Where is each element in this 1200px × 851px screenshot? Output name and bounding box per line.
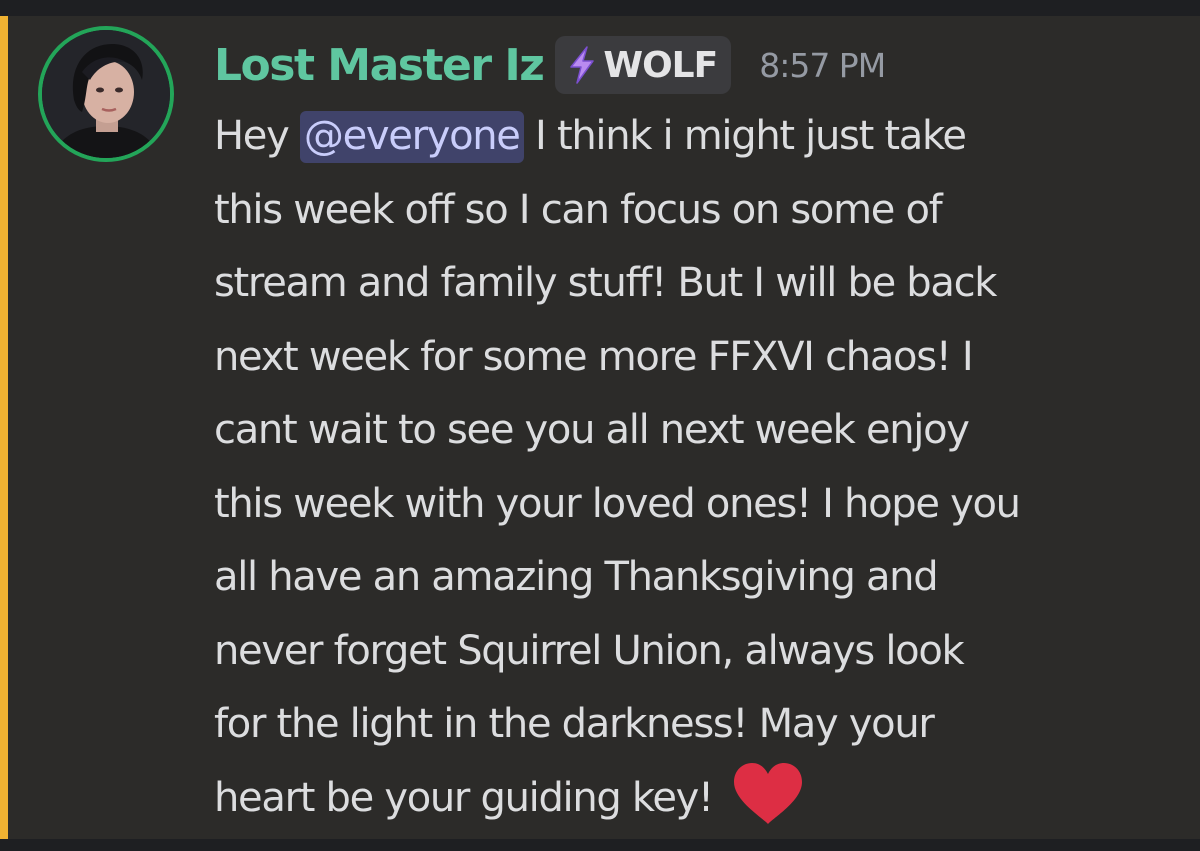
message-content: Hey @everyone I think i might just take …	[214, 100, 1174, 835]
timestamp[interactable]: 8:57 PM	[759, 46, 886, 85]
message-header: Lost Master Iz WOLF 8:57 PM	[214, 34, 886, 96]
message-line: never forget Squirrel Union, always look	[214, 627, 965, 674]
message-line: this week with your loved ones! I hope y…	[214, 480, 1021, 527]
chat-frame: Lost Master Iz WOLF 8:57 PM Hey @everyon…	[0, 0, 1200, 851]
message-text: I think i might just take	[523, 113, 967, 159]
role-tag[interactable]: WOLF	[555, 36, 732, 94]
message-line: all have an amazing Thanksgiving and	[214, 554, 939, 600]
everyone-mention[interactable]: @everyone	[299, 111, 524, 163]
role-tag-label: WOLF	[603, 44, 718, 86]
username[interactable]: Lost Master Iz	[214, 40, 545, 91]
avatar[interactable]	[38, 26, 174, 162]
user-avatar-image	[42, 30, 170, 158]
red-heart-emoji[interactable]	[730, 760, 806, 828]
message-line: stream and family stuff! But I will be b…	[214, 260, 997, 306]
message-line: cant wait to see you all next week enjoy	[214, 407, 970, 453]
message-line: next week for some more FFXVI chaos! I	[214, 333, 974, 380]
message-line: for the light in the darkness! May your	[214, 701, 935, 747]
message-text: heart be your guiding key!	[214, 774, 725, 821]
chat-message[interactable]: Lost Master Iz WOLF 8:57 PM Hey @everyon…	[0, 16, 1200, 839]
message-line: Hey @everyone I think i might just take	[214, 100, 1174, 174]
mention-highlight-bar	[0, 16, 8, 839]
message-line: this week off so I can focus on some of	[214, 186, 943, 233]
lightning-bolt-icon	[570, 46, 595, 84]
message-text: Hey	[214, 113, 300, 159]
message-line: heart be your guiding key!	[214, 762, 1174, 836]
